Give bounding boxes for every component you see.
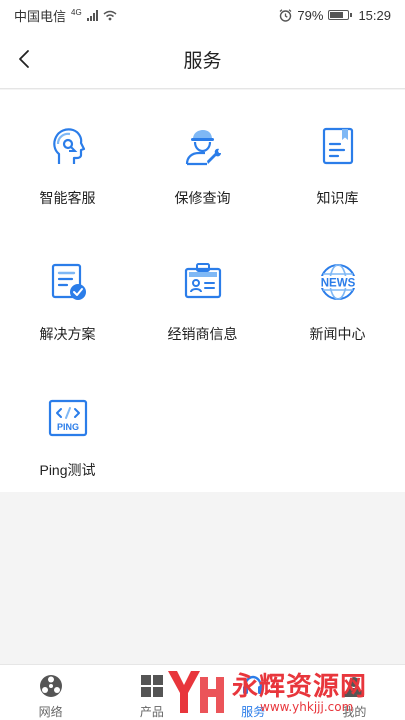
service-label: 解决方案	[39, 326, 96, 342]
tab-me[interactable]: 我的	[304, 665, 405, 720]
repair-person-icon	[185, 130, 221, 166]
tab-label: 我的	[342, 705, 367, 719]
tab-label: 网络	[38, 705, 63, 719]
services-grid: 智能客服 保修查询 知识库 解决方案 经销商信息 NEWS 新闻中心 PING …	[0, 90, 405, 492]
tab-network[interactable]: 网络	[0, 665, 101, 720]
me-icon	[344, 677, 365, 697]
service-label: 保修查询	[174, 190, 231, 206]
product-icon	[140, 675, 163, 697]
service-dealer-info[interactable]: 经销商信息	[135, 226, 270, 362]
page-title: 服务	[183, 50, 222, 72]
service-solutions[interactable]: 解决方案	[0, 226, 135, 362]
tab-label: 产品	[139, 705, 164, 719]
service-label: 智能客服	[39, 190, 96, 206]
id-card-icon	[184, 263, 221, 299]
ping-icon-text: PING	[56, 422, 78, 432]
service-label: Ping测试	[39, 462, 96, 478]
ping-code-icon: PING	[48, 399, 87, 437]
network-icon	[39, 675, 62, 697]
service-icon	[243, 675, 264, 694]
chevron-left-icon	[19, 50, 29, 68]
news-icon-text: NEWS	[320, 278, 355, 290]
service-label: 经销商信息	[167, 326, 238, 342]
page-header: 服务	[0, 30, 405, 89]
status-bar: 中国电信 4G 79% 15:29	[0, 0, 405, 30]
clock: 15:29	[358, 7, 391, 23]
tab-service[interactable]: 服务	[203, 665, 304, 720]
headset-agent-icon	[52, 128, 85, 164]
wifi-icon	[103, 10, 117, 20]
service-smart-support[interactable]: 智能客服	[0, 90, 135, 226]
tab-label: 服务	[241, 705, 266, 719]
service-news-center[interactable]: NEWS 新闻中心	[270, 226, 405, 362]
service-knowledge-base[interactable]: 知识库	[270, 90, 405, 226]
alarm-icon	[280, 8, 292, 22]
book-icon	[322, 127, 353, 165]
signal-icon	[86, 9, 98, 21]
network-type: 4G	[71, 7, 82, 17]
battery-percent: 79%	[297, 7, 324, 23]
service-label: 知识库	[316, 190, 359, 206]
status-right: 79% 15:29	[279, 8, 391, 23]
back-button[interactable]	[10, 45, 38, 73]
carrier-label: 中国电信	[14, 8, 67, 24]
bottom-nav: 网络 产品 服务 我的	[0, 664, 405, 720]
service-ping-test[interactable]: PING Ping测试	[0, 362, 135, 498]
document-check-icon	[51, 263, 86, 300]
tab-product[interactable]: 产品	[101, 665, 202, 720]
news-globe-icon: NEWS	[316, 264, 359, 300]
service-label: 新闻中心	[309, 326, 366, 342]
battery-icon	[328, 10, 353, 20]
status-left: 中国电信 4G	[14, 6, 117, 25]
service-warranty-query[interactable]: 保修查询	[135, 90, 270, 226]
